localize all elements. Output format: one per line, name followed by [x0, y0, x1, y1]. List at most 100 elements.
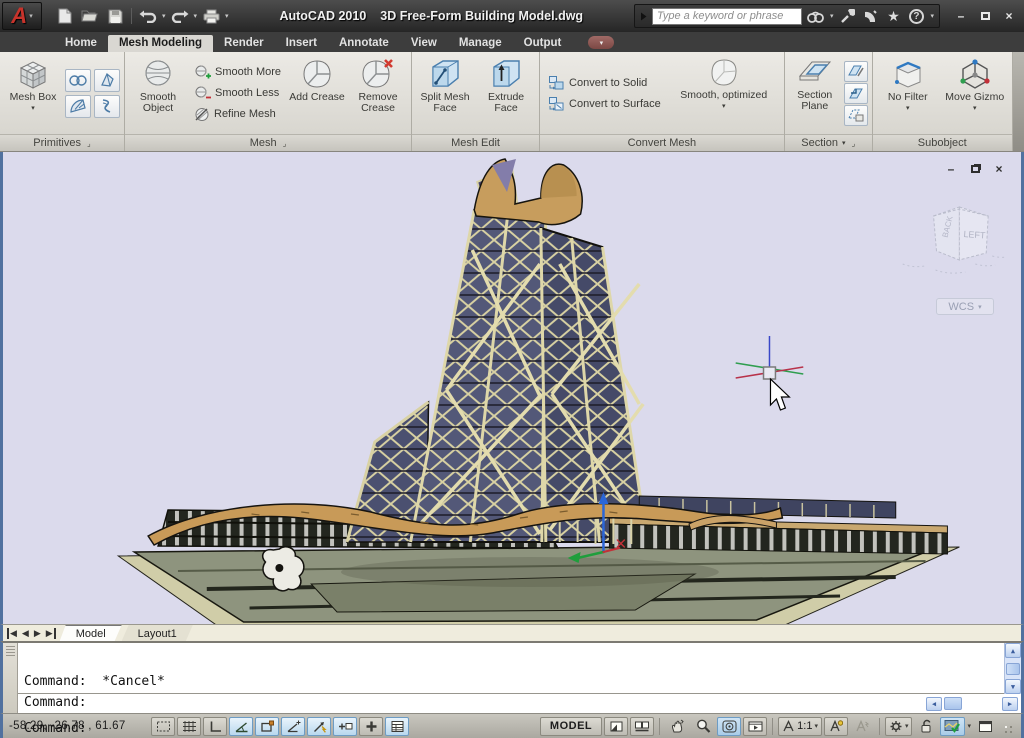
- model-3d-scene[interactable]: BACK LEFT: [3, 152, 1021, 624]
- viewcube-left-face[interactable]: LEFT: [963, 229, 986, 241]
- infocenter-collapse-icon[interactable]: [640, 12, 647, 21]
- command-horizontal-scrollbar[interactable]: ◀ ▶: [926, 696, 1018, 711]
- smooth-more-button[interactable]: Smooth More: [190, 62, 285, 82]
- subobject-panel-title[interactable]: Subobject: [873, 134, 1012, 151]
- smooth-less-button[interactable]: Smooth Less: [190, 83, 285, 103]
- tab-mesh-modeling[interactable]: Mesh Modeling: [108, 35, 213, 52]
- add-jog-button[interactable]: [844, 83, 868, 104]
- section-plane-button[interactable]: Section Plane: [789, 54, 841, 132]
- favorites-button[interactable]: ★: [884, 7, 902, 25]
- tab-output[interactable]: Output: [513, 35, 573, 52]
- tab-insert[interactable]: Insert: [275, 35, 328, 52]
- subscription-center-button[interactable]: [838, 7, 856, 25]
- mesh-box-button[interactable]: Mesh Box ▾: [4, 54, 62, 132]
- previous-layout-button[interactable]: ◀: [22, 628, 29, 639]
- last-layout-button[interactable]: ▶: [46, 628, 56, 639]
- help-button[interactable]: ?: [907, 7, 925, 25]
- plot-button[interactable]: [200, 6, 222, 26]
- undo-button[interactable]: [137, 6, 159, 26]
- mesh-spline-button[interactable]: [94, 95, 120, 118]
- help-dropdown-caret[interactable]: ▾: [930, 12, 934, 20]
- smooth-less-icon: [194, 86, 211, 101]
- convert-mesh-panel-title[interactable]: Convert Mesh: [540, 134, 784, 151]
- section-panel-title[interactable]: Section ▾ ⌟: [785, 134, 872, 151]
- command-window-grip[interactable]: [3, 643, 18, 713]
- app-title: AutoCAD 2010: [279, 9, 366, 23]
- save-button[interactable]: [104, 6, 126, 26]
- command-input[interactable]: Command:: [18, 694, 1021, 712]
- layout-nav-buttons: ◀ ◀ ▶ ▶: [3, 625, 60, 641]
- save-floppy-icon: [108, 9, 123, 24]
- wcs-label: WCS: [948, 301, 974, 313]
- smooth-optimized-button[interactable]: Smooth, optimized ▾: [668, 54, 780, 132]
- application-menu-button[interactable]: A ▾: [2, 2, 42, 30]
- minimize-button[interactable]: –: [952, 8, 970, 24]
- move-gizmo-button[interactable]: Move Gizmo ▾: [942, 54, 1008, 132]
- new-button[interactable]: [54, 6, 76, 26]
- mesh-wedge-button[interactable]: [65, 95, 91, 118]
- mesh-panel-title[interactable]: Mesh ⌟: [125, 134, 411, 151]
- extrude-face-button[interactable]: Extrude Face: [477, 54, 535, 132]
- command-history-line: Command: *Cancel*: [24, 674, 1015, 691]
- tab-annotate[interactable]: Annotate: [328, 35, 400, 52]
- tab-view[interactable]: View: [400, 35, 448, 52]
- section-panel-caret[interactable]: ▾: [842, 139, 846, 147]
- open-button[interactable]: [79, 6, 101, 26]
- redo-dropdown-caret[interactable]: ▾: [194, 12, 198, 20]
- mesh-box-icon: [16, 58, 50, 90]
- search-button[interactable]: [807, 7, 825, 25]
- command-vertical-scrollbar[interactable]: ▲ ▼: [1004, 643, 1021, 694]
- tab-model[interactable]: Model: [60, 625, 122, 641]
- tab-render[interactable]: Render: [213, 35, 275, 52]
- scroll-thumb[interactable]: [1006, 663, 1020, 675]
- section-launcher-icon[interactable]: ⌟: [851, 139, 855, 148]
- no-filter-icon: [891, 58, 925, 90]
- generate-section-button[interactable]: [844, 105, 868, 126]
- refine-mesh-button[interactable]: Refine Mesh: [190, 104, 285, 124]
- primitives-panel-title[interactable]: Primitives ⌟: [0, 134, 124, 151]
- mesh-pyramid-button[interactable]: [94, 69, 120, 92]
- split-mesh-face-icon: [428, 58, 462, 90]
- hscroll-thumb[interactable]: [944, 697, 962, 710]
- ribbon-minimize-button[interactable]: ▾: [588, 36, 614, 49]
- first-layout-button[interactable]: ◀: [7, 628, 17, 639]
- communication-center-button[interactable]: [861, 7, 879, 25]
- smooth-object-button[interactable]: Smooth Object: [129, 54, 187, 132]
- maximize-icon: [981, 12, 990, 20]
- undo-dropdown-caret[interactable]: ▾: [162, 12, 166, 20]
- viewport-restore-button[interactable]: [967, 162, 983, 176]
- layout-tab-bar: ◀ ◀ ▶ ▶ Model Layout1: [0, 624, 1024, 641]
- search-dropdown-caret[interactable]: ▾: [830, 12, 834, 20]
- close-button[interactable]: ×: [1000, 8, 1018, 24]
- mesh-launcher-icon[interactable]: ⌟: [283, 139, 287, 148]
- convert-to-surface-button[interactable]: Convert to Surface: [544, 94, 665, 114]
- command-history[interactable]: Command: *Cancel* Command: Command: *Can…: [18, 643, 1021, 694]
- mesh-edit-panel-title[interactable]: Mesh Edit: [412, 134, 539, 151]
- mesh-box-caret: ▾: [31, 103, 35, 114]
- tab-manage[interactable]: Manage: [448, 35, 513, 52]
- search-input[interactable]: [652, 8, 802, 25]
- remove-crease-button[interactable]: Remove Crease: [349, 54, 407, 132]
- primitives-launcher-icon[interactable]: ⌟: [87, 139, 91, 148]
- scroll-right-button[interactable]: ▶: [1002, 697, 1018, 711]
- no-filter-button[interactable]: No Filter ▾: [877, 54, 939, 132]
- live-section-button[interactable]: [844, 61, 868, 82]
- binoculars-icon: [807, 10, 824, 23]
- tab-home[interactable]: Home: [54, 35, 108, 52]
- add-crease-button[interactable]: Add Crease: [288, 54, 346, 132]
- convert-to-solid-button[interactable]: Convert to Solid: [544, 73, 665, 93]
- redo-button[interactable]: [169, 6, 191, 26]
- wcs-dropdown[interactable]: WCS ▾: [936, 298, 994, 315]
- viewport-close-button[interactable]: ×: [991, 162, 1007, 176]
- tab-layout1[interactable]: Layout1: [122, 625, 193, 641]
- scroll-up-button[interactable]: ▲: [1005, 643, 1021, 658]
- primitives-panel-label: Primitives: [33, 137, 81, 149]
- scroll-left-button[interactable]: ◀: [926, 697, 942, 711]
- maximize-button[interactable]: [976, 8, 994, 24]
- qat-customize-caret[interactable]: ▾: [225, 12, 229, 20]
- scroll-down-button[interactable]: ▼: [1005, 679, 1021, 694]
- viewport-minimize-button[interactable]: –: [943, 162, 959, 176]
- mesh-torus-button[interactable]: [65, 69, 91, 92]
- split-mesh-face-button[interactable]: Split Mesh Face: [416, 54, 474, 132]
- next-layout-button[interactable]: ▶: [34, 628, 41, 639]
